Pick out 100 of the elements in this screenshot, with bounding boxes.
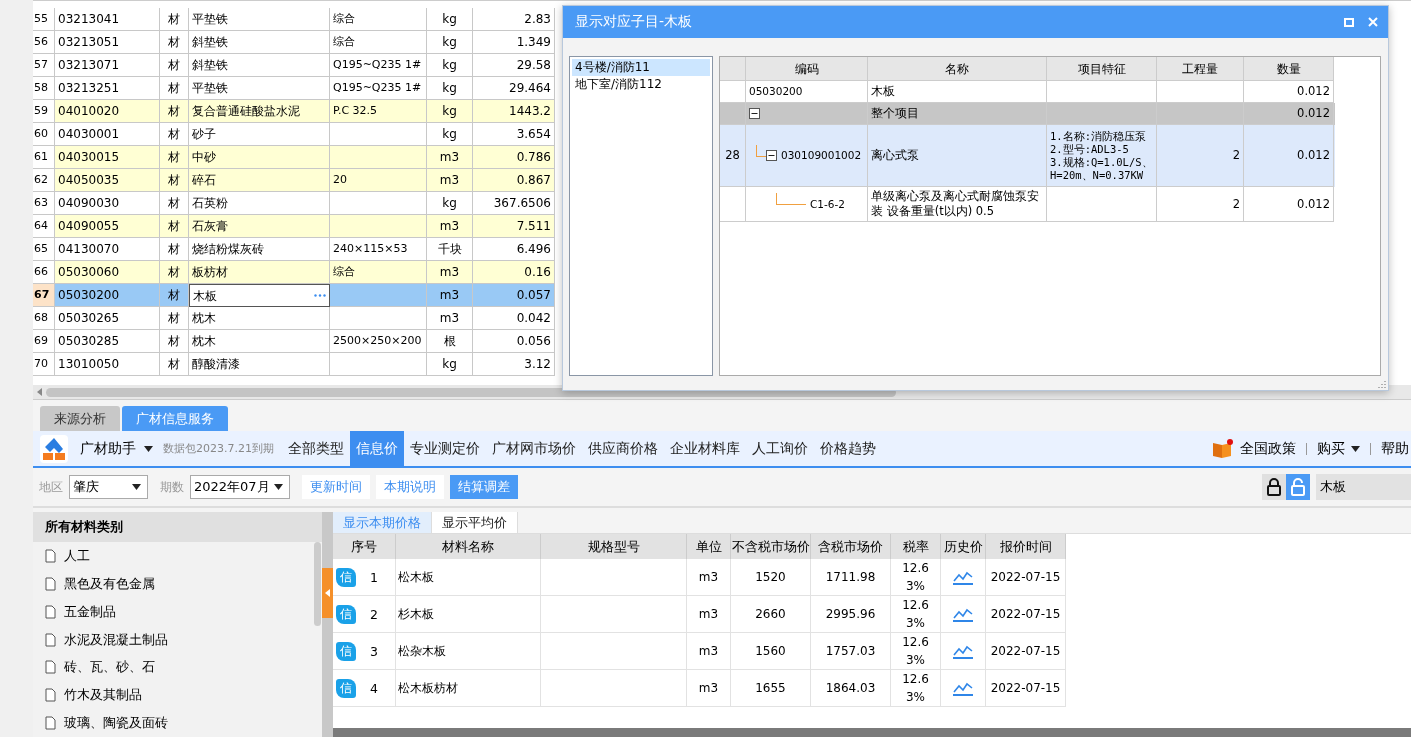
info-price-badge: 信 <box>336 567 356 587</box>
table-cell: 松木板枋材 <box>396 670 541 707</box>
category-item[interactable]: 砖、瓦、砂、石 <box>33 653 322 682</box>
close-icon[interactable] <box>1368 17 1378 27</box>
policy-button[interactable]: 全国政策 <box>1210 438 1298 459</box>
collapse-panel-handle[interactable] <box>322 568 333 618</box>
nav-tab[interactable]: 供应商价格 <box>582 431 664 466</box>
category-item[interactable]: 竹木及其制品 <box>33 681 322 710</box>
line-chart-icon[interactable] <box>953 606 973 622</box>
table-cell: kg <box>427 353 473 376</box>
vertical-scrollbar[interactable] <box>314 542 321 626</box>
dialog-title: 显示对应子目-木板 <box>575 13 693 31</box>
table-cell: 4 <box>370 680 378 696</box>
table-cell: m3 <box>687 596 731 633</box>
column-header: 名称 <box>868 57 1047 81</box>
nav-tab[interactable]: 全部类型 <box>282 431 350 466</box>
help-button[interactable]: 帮助 <box>1379 439 1411 458</box>
row-number: 67 <box>33 284 55 307</box>
document-icon <box>45 688 56 703</box>
table-cell: 1864.03 <box>811 670 891 707</box>
table-cell: m3 <box>687 670 731 707</box>
lock-button[interactable] <box>1262 474 1286 500</box>
book-icon <box>1212 438 1234 459</box>
buy-menu-button[interactable]: 购买 <box>1315 439 1362 458</box>
package-expiry-note: 数据包2023.7.21到期 <box>163 441 274 456</box>
table-cell: 1520 <box>731 559 811 596</box>
line-chart-icon[interactable] <box>953 643 973 659</box>
table-cell: m3 <box>687 633 731 670</box>
line-chart-icon[interactable] <box>953 680 973 696</box>
column-header: 税率 <box>891 534 941 559</box>
table-cell: 2022-07-15 <box>986 633 1066 670</box>
nav-tab[interactable]: 专业测定价 <box>404 431 486 466</box>
nav-tab[interactable]: 人工询价 <box>746 431 814 466</box>
resize-grip-icon[interactable] <box>1378 380 1386 388</box>
category-item[interactable]: 五金制品 <box>33 597 322 626</box>
row-number: 66 <box>33 261 55 284</box>
scroll-left-icon[interactable] <box>37 388 42 396</box>
table-cell: 13010050 <box>55 353 160 376</box>
location-item[interactable]: 地下室/消防112 <box>572 76 710 93</box>
caret-icon <box>1351 445 1360 452</box>
region-select[interactable]: 肇庆 <box>69 475 148 499</box>
table-cell: 2 <box>1157 187 1244 222</box>
document-icon <box>45 548 56 563</box>
filter-button[interactable]: 本期说明 <box>376 475 444 499</box>
name-edit-field[interactable]: 木板 <box>189 284 330 307</box>
document-icon <box>45 716 56 731</box>
table-cell: 材 <box>160 353 189 376</box>
column-header <box>720 57 746 81</box>
row-number: 69 <box>33 330 55 353</box>
row-number: 65 <box>33 238 55 261</box>
panel-tab[interactable]: 来源分析 <box>40 406 120 431</box>
nav-tab[interactable]: 企业材料库 <box>664 431 746 466</box>
column-header: 项目特征 <box>1047 57 1157 81</box>
nav-tab[interactable]: 价格趋势 <box>814 431 882 466</box>
row-number: 61 <box>33 146 55 169</box>
row-number: 62 <box>33 169 55 192</box>
line-chart-icon[interactable] <box>953 569 973 585</box>
table-cell: C1-6-2 <box>746 187 868 222</box>
region-label: 地区 <box>39 478 63 496</box>
price-view-tab[interactable]: 显示平均价 <box>432 512 518 533</box>
table-cell-text: 12.63% <box>901 671 930 706</box>
unlock-icon <box>1291 478 1305 496</box>
document-icon <box>45 576 56 591</box>
document-icon <box>45 632 56 647</box>
column-header: 单位 <box>687 534 731 559</box>
category-item[interactable]: 水泥及混凝土制品 <box>33 625 322 654</box>
table-cell: 2022-07-15 <box>986 670 1066 707</box>
row-number <box>720 187 746 222</box>
column-header: 工程量 <box>1157 57 1244 81</box>
collapse-icon[interactable] <box>766 150 777 161</box>
table-cell: 3 <box>370 643 378 659</box>
document-icon <box>45 604 56 619</box>
period-select[interactable]: 2022年07月 <box>190 475 290 499</box>
app-menu-button[interactable]: 广材助手 <box>74 431 159 466</box>
more-icon[interactable] <box>314 294 326 297</box>
logo-icon <box>40 435 68 463</box>
period-label: 期数 <box>160 478 184 496</box>
row-number: 70 <box>33 353 55 376</box>
category-item[interactable]: 玻璃、陶瓷及面砖 <box>33 709 322 737</box>
collapse-icon[interactable] <box>749 108 760 119</box>
row-number: 59 <box>33 100 55 123</box>
lock-icon <box>1267 478 1281 496</box>
filter-button[interactable]: 更新时间 <box>302 475 370 499</box>
nav-tab[interactable]: 广材网市场价 <box>486 431 582 466</box>
search-field[interactable]: 木板 <box>1316 474 1411 500</box>
caret-icon <box>144 445 153 452</box>
table-cell: 3.12 <box>473 353 555 376</box>
table-cell: 2022-07-15 <box>986 596 1066 633</box>
tree-line <box>776 193 806 205</box>
table-cell: m3 <box>687 559 731 596</box>
table-cell: 0.012 <box>1244 187 1334 222</box>
column-header: 材料名称 <box>396 534 541 559</box>
category-item[interactable]: 黑色及有色金属 <box>33 569 322 598</box>
column-header: 历史价 <box>941 534 986 559</box>
location-item[interactable]: 4号楼/消防11 <box>572 59 710 76</box>
column-header: 规格型号 <box>541 534 687 559</box>
maximize-icon[interactable] <box>1344 17 1354 27</box>
row-number: 57 <box>33 54 55 77</box>
category-panel-title: 所有材料类别 <box>33 512 322 542</box>
category-item[interactable]: 人工 <box>33 542 322 570</box>
